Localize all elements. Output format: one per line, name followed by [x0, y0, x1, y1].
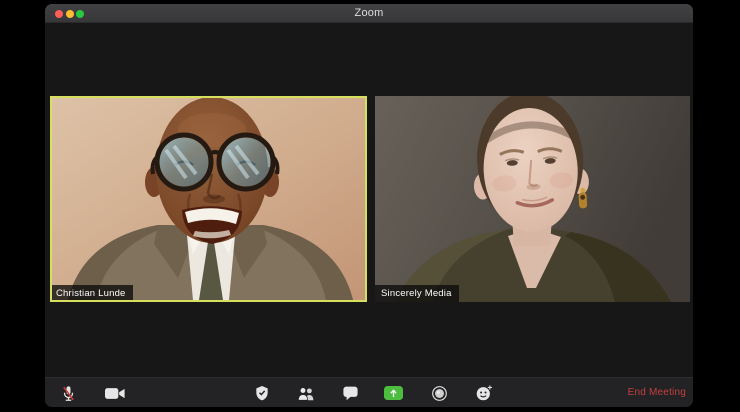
- participant-name-label: Sincerely Media: [375, 284, 459, 302]
- share-screen-button[interactable]: [380, 380, 406, 406]
- participants-icon: [297, 386, 314, 401]
- participants-button[interactable]: [293, 380, 319, 406]
- reactions-icon: [476, 385, 492, 401]
- end-meeting-button[interactable]: End Meeting: [628, 378, 686, 407]
- chat-bubble-icon: [342, 386, 358, 401]
- shield-icon: [256, 386, 268, 401]
- zoom-app-window: Zoom Christian Lunde Sincerely Media End…: [45, 4, 693, 407]
- window-titlebar[interactable]: Zoom: [45, 4, 693, 23]
- security-button[interactable]: [249, 380, 275, 406]
- microphone-muted-icon: [62, 385, 74, 401]
- window-title: Zoom: [354, 7, 384, 19]
- chat-button[interactable]: [337, 380, 363, 406]
- video-button[interactable]: [102, 380, 128, 406]
- meeting-toolbar: End Meeting: [45, 377, 693, 407]
- share-screen-icon: [383, 386, 403, 400]
- video-camera-icon: [105, 387, 125, 399]
- video-tile-christian-lunde[interactable]: Christian Lunde: [50, 96, 367, 302]
- portrait-sincerely-media: [375, 96, 690, 302]
- record-icon: [431, 385, 447, 401]
- participant-name-label: Christian Lunde: [52, 284, 133, 300]
- desktop-background: Zoom Christian Lunde Sincerely Media End…: [0, 0, 740, 412]
- mute-button[interactable]: [55, 380, 81, 406]
- record-button[interactable]: [426, 380, 452, 406]
- reactions-button[interactable]: [471, 380, 497, 406]
- portrait-christian-lunde: [52, 98, 365, 300]
- video-tile-sincerely-media[interactable]: Sincerely Media: [375, 96, 690, 302]
